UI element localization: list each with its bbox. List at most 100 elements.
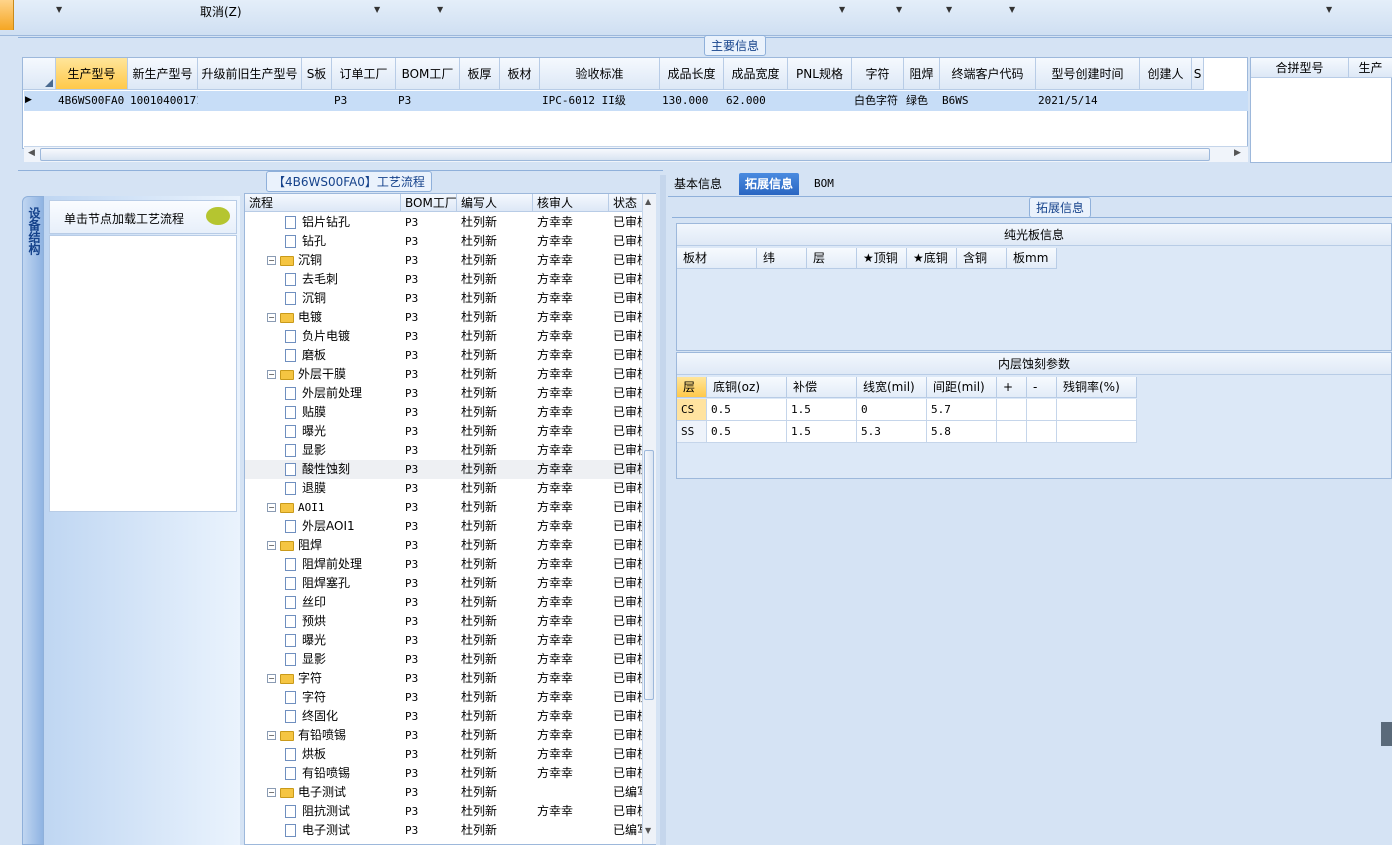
column-header[interactable]: 编写人 (457, 194, 533, 212)
process-tree-grid[interactable]: 流程 BOM工厂 编写人 核审人 状态 铝片钻孔P3杜列新方幸幸已审核钻孔P3杜… (244, 193, 656, 845)
column-header[interactable]: PNL规格 (788, 58, 852, 90)
collapse-icon[interactable]: − (267, 541, 276, 550)
tree-row[interactable]: 曝光 P3 杜列新 方幸幸 已审核 (245, 631, 645, 650)
dropdown-caret-icon[interactable]: ▼ (946, 5, 952, 14)
scroll-down-icon[interactable]: ▼ (645, 826, 651, 835)
scroll-up-icon[interactable]: ▲ (645, 197, 651, 206)
main-info-grid[interactable]: 生产型号 新生产型号 升级前旧生产型号 S板 订单工厂 BOM工厂 板厚 板材 验收标准 成品长度… (22, 57, 1248, 149)
column-header[interactable]: 订单工厂 (332, 58, 396, 90)
tree-row[interactable]: 酸性蚀刻 P3 杜列新 方幸幸 已审核 (245, 460, 645, 479)
table-cell[interactable]: P3 (396, 91, 460, 111)
tree-row[interactable]: 阻焊塞孔 P3 杜列新 方幸幸 已审核 (245, 574, 645, 593)
tree-row[interactable]: 沉铜 P3 杜列新 方幸幸 已审核 (245, 289, 645, 308)
column-header[interactable]: 成品长度 (660, 58, 724, 90)
column-header[interactable]: 型号创建时间 (1036, 58, 1140, 90)
collapse-icon[interactable]: − (267, 313, 276, 322)
column-header[interactable]: ★底铜 (907, 248, 957, 269)
table-cell[interactable] (302, 91, 332, 111)
table-cell[interactable]: 10010400171413 (128, 91, 198, 111)
tree-row[interactable]: − 电镀 P3 杜列新 方幸幸 已审核 (245, 308, 645, 327)
tree-row[interactable]: 终固化 P3 杜列新 方幸幸 已审核 (245, 707, 645, 726)
dropdown-caret-icon[interactable]: ▼ (374, 5, 380, 14)
column-header[interactable]: 板材 (677, 248, 757, 269)
column-header[interactable]: 残铜率(%) (1057, 377, 1137, 398)
column-header[interactable]: 含铜 (957, 248, 1007, 269)
table-cell[interactable]: 0.5 (707, 399, 787, 421)
equipment-tree[interactable] (49, 235, 237, 512)
column-header[interactable]: 底铜(oz) (707, 377, 787, 398)
column-header[interactable]: 新生产型号 (128, 58, 198, 90)
table-cell[interactable] (198, 91, 302, 111)
table-cell[interactable] (1027, 421, 1057, 443)
column-header[interactable]: 创建人 (1140, 58, 1192, 90)
cancel-button[interactable]: 取消(Z) (200, 3, 242, 20)
column-header[interactable]: + (997, 377, 1027, 398)
table-cell[interactable]: CS (677, 399, 707, 421)
table-cell[interactable]: 白色字符 (852, 91, 904, 111)
tree-row[interactable]: 去毛刺 P3 杜列新 方幸幸 已审核 (245, 270, 645, 289)
tab-extended-info[interactable]: 拓展信息 (739, 173, 800, 195)
dropdown-caret-icon[interactable]: ▼ (1009, 5, 1015, 14)
tree-row[interactable]: 退膜 P3 杜列新 方幸幸 已审核 (245, 479, 645, 498)
dropdown-caret-icon[interactable]: ▼ (437, 5, 443, 14)
column-header[interactable]: BOM工厂 (396, 58, 460, 90)
table-cell[interactable]: 62.000 (724, 91, 788, 111)
table-cell[interactable]: 4B6WS00FA0 (56, 91, 128, 111)
column-header[interactable]: 间距(mil) (927, 377, 997, 398)
table-cell[interactable]: SS (677, 421, 707, 443)
tree-row[interactable]: 阻抗测试 P3 杜列新 方幸幸 已审核 (245, 802, 645, 821)
column-header[interactable]: S (1192, 58, 1204, 90)
column-header[interactable]: 状态 (609, 194, 645, 212)
column-header[interactable]: 升级前旧生产型号 (198, 58, 302, 90)
collapse-icon[interactable]: − (267, 731, 276, 740)
tree-row[interactable]: 负片电镀 P3 杜列新 方幸幸 已审核 (245, 327, 645, 346)
tab-basic-info[interactable]: 基本信息 (668, 173, 728, 195)
collapse-icon[interactable]: − (267, 256, 276, 265)
table-cell[interactable]: 绿色 (904, 91, 940, 111)
column-header[interactable]: 字符 (852, 58, 904, 90)
column-header[interactable]: 板材 (500, 58, 540, 90)
collapse-icon[interactable]: − (267, 503, 276, 512)
table-cell[interactable] (997, 399, 1027, 421)
tab-equipment-structure[interactable]: 设备结构 (22, 196, 44, 845)
column-header[interactable]: ★顶铜 (857, 248, 907, 269)
dropdown-caret-icon[interactable]: ▼ (839, 5, 845, 14)
column-header[interactable]: 阻焊 (904, 58, 940, 90)
plate-info-grid[interactable]: 纯光板信息 板材纬层 ★顶铜 ★底铜 含铜 板mm (676, 223, 1392, 351)
table-cell[interactable]: 1.5 (787, 399, 857, 421)
table-cell[interactable] (1057, 421, 1137, 443)
column-header[interactable]: 流程 (245, 194, 401, 212)
tree-row[interactable]: 外层AOI1 P3 杜列新 方幸幸 已审核 (245, 517, 645, 536)
app-menu-button[interactable] (0, 0, 14, 30)
table-cell[interactable]: 1.5 (787, 421, 857, 443)
collapse-icon[interactable]: − (267, 370, 276, 379)
column-header[interactable]: 纬 (757, 248, 807, 269)
table-cell[interactable] (997, 421, 1027, 443)
column-header[interactable]: 核审人 (533, 194, 609, 212)
table-cell[interactable]: B6WS (940, 91, 1036, 111)
scroll-right-icon[interactable]: ▶ (1234, 148, 1241, 158)
table-cell[interactable]: 0 (857, 399, 927, 421)
table-cell[interactable] (788, 91, 852, 111)
column-header[interactable]: 成品宽度 (724, 58, 788, 90)
column-header[interactable]: - (1027, 377, 1057, 398)
column-header[interactable]: 生产型号 (56, 58, 128, 90)
table-cell[interactable]: IPC-6012 II级 (540, 91, 660, 111)
tree-row[interactable]: 字符 P3 杜列新 方幸幸 已审核 (245, 688, 645, 707)
table-cell[interactable] (1057, 399, 1137, 421)
tree-row[interactable]: 烘板 P3 杜列新 方幸幸 已审核 (245, 745, 645, 764)
dropdown-caret-icon[interactable]: ▼ (1326, 5, 1332, 14)
tree-row[interactable]: 阻焊前处理 P3 杜列新 方幸幸 已审核 (245, 555, 645, 574)
column-header[interactable]: 生产 (1349, 58, 1392, 78)
collapse-icon[interactable]: − (267, 674, 276, 683)
tree-row[interactable]: − 外层干膜 P3 杜列新 方幸幸 已审核 (245, 365, 645, 384)
column-header[interactable]: 板mm (1007, 248, 1057, 269)
table-cell[interactable] (1140, 91, 1192, 111)
dropdown-caret-icon[interactable]: ▼ (56, 5, 62, 14)
tree-row[interactable]: − 字符 P3 杜列新 方幸幸 已审核 (245, 669, 645, 688)
tree-row[interactable]: 贴膜 P3 杜列新 方幸幸 已审核 (245, 403, 645, 422)
tree-row[interactable]: − 阻焊 P3 杜列新 方幸幸 已审核 (245, 536, 645, 555)
column-header[interactable]: 线宽(mil) (857, 377, 927, 398)
scrollbar-thumb[interactable] (644, 450, 654, 700)
tab-bom[interactable]: BOM (808, 173, 840, 195)
